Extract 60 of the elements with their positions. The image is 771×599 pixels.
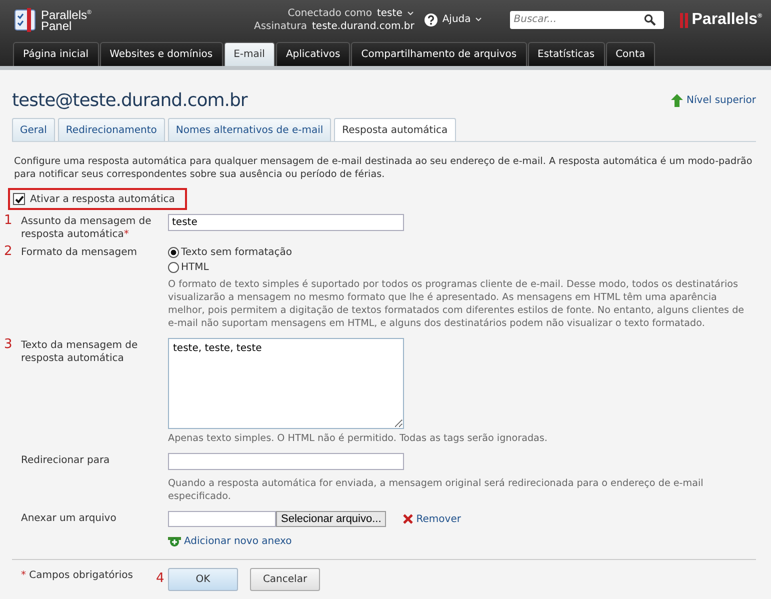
step-number: 2 <box>4 244 12 259</box>
up-level-link[interactable]: Nível superior <box>686 95 756 106</box>
search-icon <box>644 14 656 26</box>
required-note: * Campos obrigatórios <box>21 570 133 581</box>
remove-icon <box>402 514 414 524</box>
text-field[interactable]: teste <box>168 214 404 231</box>
cancel-button[interactable]: Cancelar <box>250 568 320 591</box>
field-label: Assunto da mensagem de resposta automática* <box>21 216 152 240</box>
help-menu[interactable]: Ajuda <box>442 14 471 25</box>
user-menu[interactable]: teste <box>376 8 402 18</box>
caret-icon <box>474 17 482 22</box>
step-number: 1 <box>4 213 12 228</box>
sub-tab[interactable]: Geral <box>12 118 55 141</box>
radio-button[interactable] <box>168 262 179 273</box>
help-icon <box>424 12 438 26</box>
search-field[interactable]: Buscar... <box>510 10 664 28</box>
field-label: Texto da mensagem de resposta automática <box>21 340 138 364</box>
remove-link[interactable]: Remover <box>416 514 461 524</box>
sub-tab[interactable]: Resposta automática <box>334 118 456 141</box>
add-icon <box>168 536 181 547</box>
brand-logo-icon <box>680 12 690 28</box>
field-label: Anexar um arquivo <box>21 513 116 524</box>
nav-tab[interactable]: Compartilhamento de arquivos <box>351 42 527 66</box>
add-attachment-link[interactable]: Adicionar novo anexo <box>184 536 292 547</box>
nav-tab[interactable]: Conta <box>606 42 656 66</box>
page-title: teste@teste.durand.com.br <box>12 90 248 111</box>
sub-tab[interactable]: Redirecionamento <box>58 118 165 141</box>
enable-checkbox[interactable] <box>13 193 25 205</box>
panel-logo-icon <box>14 8 38 32</box>
description-text: Configure uma resposta automática para qualquer mensagem de e-mail destinada ao seu endereço de e-mail. A resposta automática é um modo-padrão para notificar seus correspondentes sobre sua ausência ou período de férias. <box>14 155 754 181</box>
nav-tab[interactable]: Estatísticas <box>528 42 605 66</box>
subscription-label: Assinatura <box>254 20 308 32</box>
up-arrow-icon <box>670 94 683 107</box>
ok-button[interactable]: OK <box>168 568 238 591</box>
nav-tab[interactable]: Página inicial <box>13 42 99 66</box>
hint-text: O formato de texto simples é suportado por todos os programas cliente de e-mail. Desse modo, todos os destinatários visualizarão a mensagem no mesmo formato que lhe é apresentado. As mensagens em HTML têm uma aparência melhor, pois permitem a digitação de textos formatados com diferentes estilos de fonte. No entanto, alguns clientes de e-mail não suportam mensagens em HTML, e alguns dos destinatários podem não visualizar o texto formatado. <box>168 278 746 330</box>
step-number: 3 <box>4 337 12 352</box>
subscription-value[interactable]: teste.durand.com.br <box>312 20 414 32</box>
brand-logo: Parallels$^{®}$ <box>692 10 762 28</box>
file-field[interactable] <box>168 511 276 527</box>
radio-label: HTML <box>181 262 209 273</box>
nav-tab[interactable]: E-mail <box>224 42 275 66</box>
logo-text: Panel <box>41 20 72 32</box>
nav-tab[interactable]: Websites e domínios <box>100 42 223 66</box>
message-textarea[interactable]: teste, teste, teste <box>168 338 404 429</box>
hint-text: Apenas texto simples. O HTML não é permitido. Todas as tags serão ignoradas. <box>168 432 548 445</box>
radio-label: Texto sem formatação <box>181 247 292 258</box>
hint-text: Quando a resposta automática for enviada, a mensagem original será redirecionada para o endereço de e-mail especificado. <box>168 477 704 503</box>
user-label: Conectado como <box>288 8 372 18</box>
select-file-button[interactable]: Selecionar arquivo... <box>276 511 386 527</box>
step-number: 4 <box>156 571 164 586</box>
checkbox-label: Ativar a resposta automática <box>30 194 175 204</box>
nav-tab[interactable]: Aplicativos <box>276 42 350 66</box>
text-field[interactable] <box>168 453 404 470</box>
field-label: Formato da mensagem <box>21 247 138 258</box>
sub-tab[interactable]: Nomes alternativos de e-mail <box>168 118 332 141</box>
field-label: Redirecionar para <box>21 455 110 466</box>
caret-icon <box>407 10 414 16</box>
logo-text: Parallels$^{®}$ <box>41 8 92 20</box>
radio-button[interactable] <box>168 247 179 258</box>
